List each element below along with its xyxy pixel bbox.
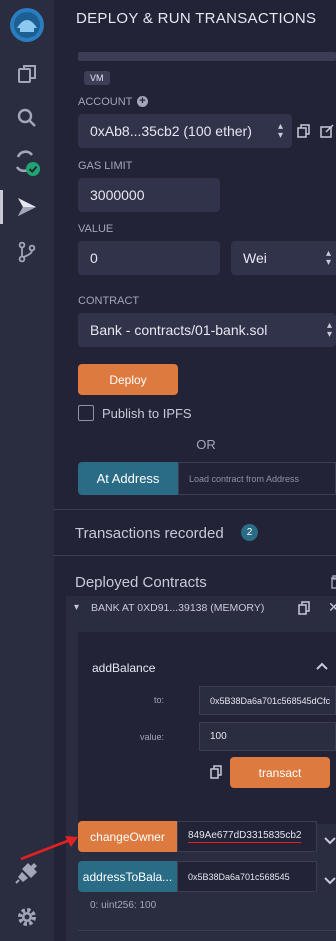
value-param-label: value: — [140, 732, 165, 742]
search-icon[interactable] — [0, 96, 54, 140]
deploy-run-icon[interactable] — [0, 185, 54, 229]
divider — [54, 555, 336, 556]
settings-gear-icon[interactable] — [0, 895, 54, 939]
value-unit-select[interactable]: Wei ▴ ▾ — [231, 241, 336, 275]
contract-label: CONTRACT — [78, 295, 140, 307]
to-input[interactable]: 0x5B38Da6a701c568545dCfc — [199, 686, 336, 715]
chevron-updown-icon: ▴ ▾ — [326, 320, 332, 340]
transactions-recorded-title[interactable]: Transactions recorded — [75, 525, 224, 542]
transactions-count-badge: 2 — [241, 524, 258, 541]
close-instance-icon[interactable]: ✕ — [328, 599, 336, 616]
instance-expand-icon[interactable]: ▾ — [74, 602, 79, 613]
value-unit: Wei — [243, 250, 267, 266]
value-input[interactable]: 0 — [78, 241, 220, 275]
file-explorer-icon[interactable] — [0, 52, 54, 96]
remix-logo-icon[interactable] — [0, 2, 54, 48]
contract-value: Bank - contracts/01-bank.sol — [90, 322, 268, 338]
load-address-input[interactable]: Load contract from Address — [178, 462, 336, 495]
transact-button[interactable]: transact — [230, 757, 330, 788]
environment-select[interactable] — [78, 52, 336, 61]
value-param-input[interactable]: 100 — [199, 722, 336, 751]
copy-address-icon[interactable] — [298, 601, 310, 620]
to-label: to: — [154, 695, 165, 705]
copy-calldata-icon[interactable] — [210, 765, 222, 784]
panel-title: DEPLOY & RUN TRANSACTIONS — [76, 10, 317, 27]
annotation-arrow — [20, 836, 78, 861]
at-address-button[interactable]: At Address — [78, 462, 178, 495]
gas-limit-label: GAS LIMIT — [78, 160, 133, 172]
deployed-contracts-title: Deployed Contracts — [75, 574, 207, 591]
change-owner-input[interactable]: 849Ae677dD3315835cb2 — [177, 821, 317, 852]
chevron-updown-icon: ▴ ▾ — [277, 121, 283, 141]
environment-badge: VM — [84, 71, 110, 85]
instance-title[interactable]: BANK AT 0XD91...39138 (MEMORY) — [91, 602, 264, 614]
change-owner-value: 849Ae677dD3315835cb2 — [188, 830, 302, 843]
chevron-updown-icon: ▴ ▾ — [325, 248, 331, 268]
chevron-down-icon[interactable] — [324, 872, 336, 890]
chevron-up-icon[interactable] — [316, 657, 328, 675]
account-value: 0xAb8...35cb2 (100 ether) — [90, 123, 252, 139]
contract-select[interactable]: Bank - contracts/01-bank.sol ▴ ▾ — [78, 313, 336, 347]
publish-ipfs-checkbox[interactable] — [78, 405, 94, 421]
address-to-balance-button[interactable]: addressToBala... — [78, 861, 177, 892]
change-owner-button[interactable]: changeOwner — [78, 821, 177, 852]
divider — [78, 930, 336, 931]
gas-limit-input[interactable]: 3000000 — [78, 178, 220, 212]
account-label: ACCOUNT — [78, 96, 133, 108]
address-to-balance-input[interactable]: 0x5B38Da6a701c568545 — [177, 861, 317, 892]
deploy-button[interactable]: Deploy — [78, 364, 178, 395]
divider — [54, 509, 336, 510]
call-output: 0: uint256: 100 — [90, 900, 157, 911]
add-balance-title: addBalance — [92, 661, 156, 675]
git-icon[interactable] — [0, 230, 54, 274]
or-separator: OR — [196, 437, 216, 452]
copy-icon[interactable] — [297, 124, 310, 143]
solidity-compiler-icon[interactable] — [0, 141, 54, 185]
icon-panel — [0, 0, 54, 941]
account-select[interactable]: 0xAb8...35cb2 (100 ether) ▴ ▾ — [78, 114, 292, 148]
publish-ipfs-label: Publish to IPFS — [102, 406, 192, 421]
deploy-run-panel: DEPLOY & RUN TRANSACTIONS VM ACCOUNT + 0… — [54, 0, 336, 941]
value-label: VALUE — [78, 223, 114, 235]
add-account-icon[interactable]: + — [137, 96, 148, 107]
trash-icon[interactable] — [330, 575, 336, 594]
chevron-down-icon[interactable] — [324, 832, 336, 850]
edit-icon[interactable] — [320, 124, 334, 143]
